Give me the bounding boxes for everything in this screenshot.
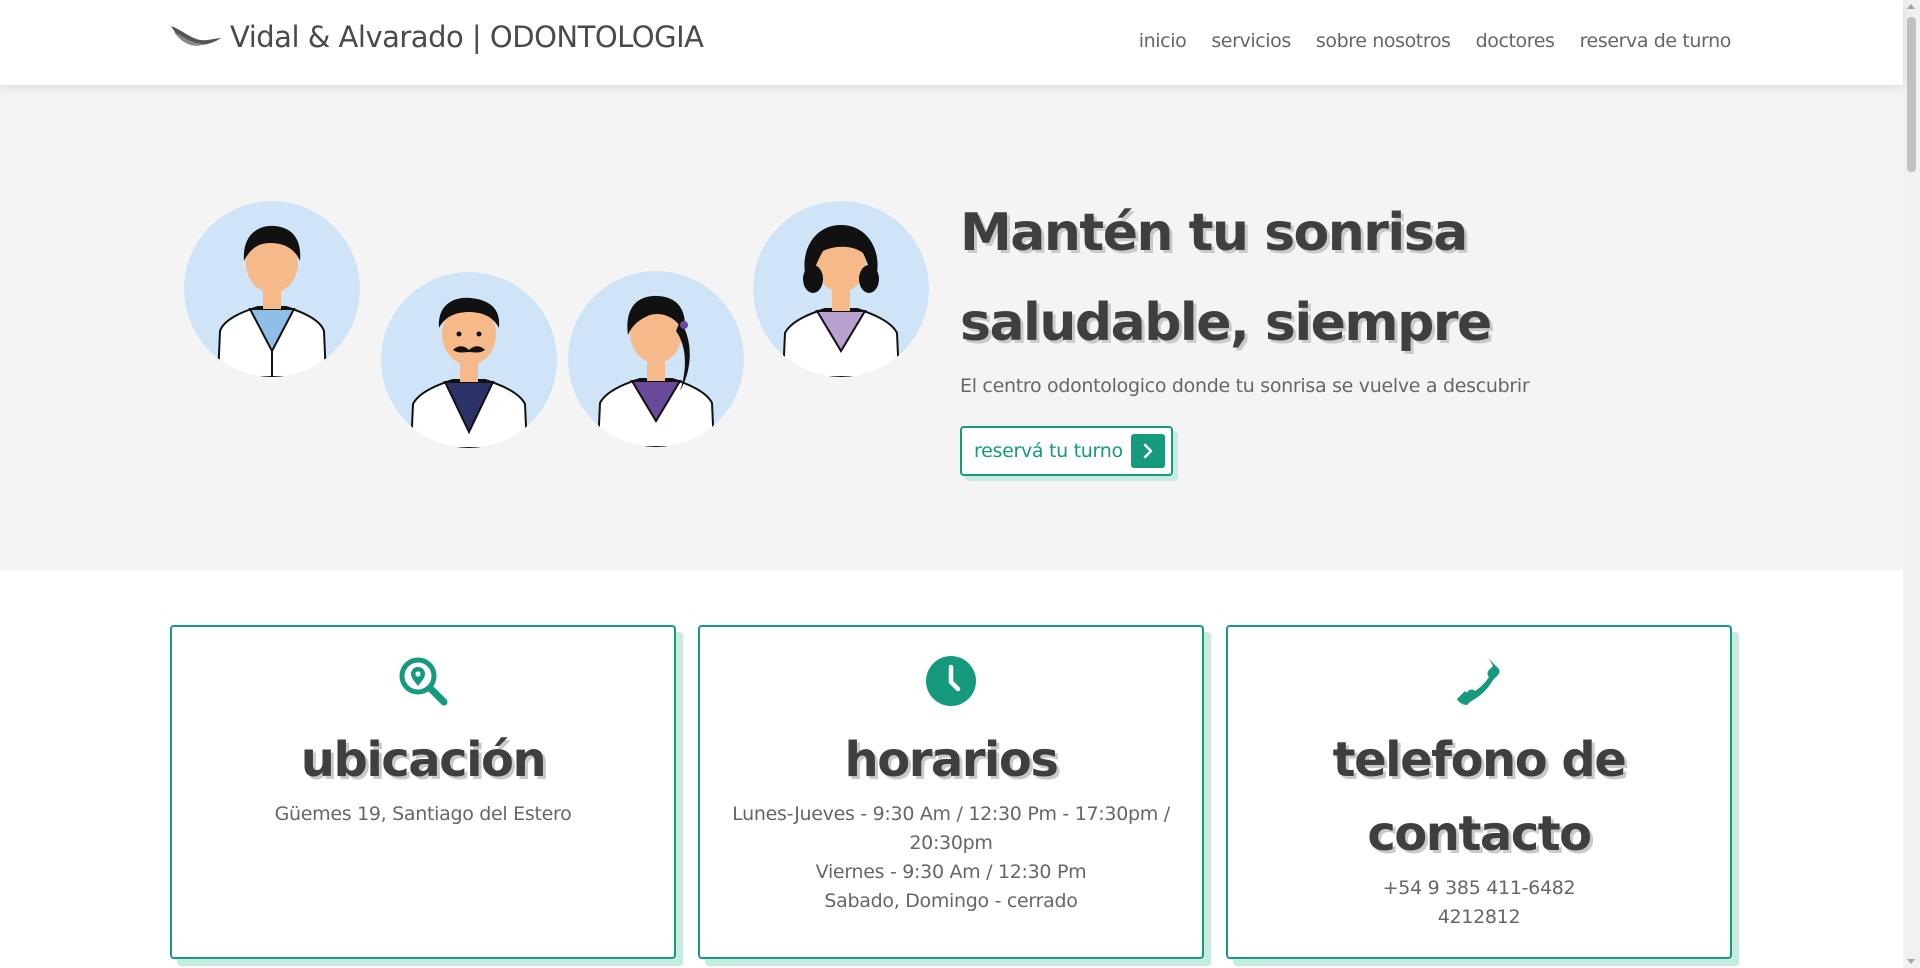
hours-weekdays: Lunes-Jueves - 9:30 Am / 12:30 Pm - 17:3… [732, 803, 1170, 854]
hero-title: Mantén tu sonrisa saludable, siempre [960, 203, 1492, 353]
doctor-female-avatar [753, 201, 929, 377]
main-nav: inicio servicios sobre nosotros doctores… [1139, 30, 1732, 52]
scroll-thumb[interactable] [1907, 17, 1916, 172]
hours-friday: Viernes - 9:30 Am / 12:30 Pm [815, 861, 1087, 883]
phone-mobile: +54 9 385 411-6482 [1382, 877, 1576, 899]
bird-logo-icon [171, 26, 221, 46]
clock-icon [926, 656, 976, 706]
navbar: Vidal & Alvarado | ODONTOLOGIA inicio se… [0, 0, 1903, 85]
doctor-female-ponytail-avatar [568, 271, 744, 447]
reserve-turn-label: reservá tu turno [974, 440, 1123, 462]
nav-link-servicios[interactable]: servicios [1211, 30, 1291, 52]
location-address: Güemes 19, Santiago del Estero [274, 803, 572, 825]
scroll-down-arrow-icon[interactable] [1907, 959, 1915, 964]
scroll-up-arrow-icon[interactable] [1907, 4, 1915, 9]
doctor-mustache-avatar [381, 272, 557, 448]
phone-card: telefono de contacto +54 9 385 411-6482 … [1226, 625, 1732, 959]
phone-landline: 4212812 [1437, 906, 1521, 928]
location-search-icon [399, 657, 448, 706]
chevron-right-icon [1131, 434, 1165, 468]
page-scrollbar[interactable] [1903, 0, 1920, 968]
location-card: ubicación Güemes 19, Santiago del Estero [170, 625, 676, 959]
nav-link-inicio[interactable]: inicio [1139, 30, 1187, 52]
hero-section: Mantén tu sonrisa saludable, siempre El … [0, 85, 1903, 570]
hours-card: horarios Lunes-Jueves - 9:30 Am / 12:30 … [698, 625, 1204, 959]
nav-link-sobre-nosotros[interactable]: sobre nosotros [1316, 30, 1451, 52]
hero-subtitle: El centro odontologico donde tu sonrisa … [960, 375, 1530, 397]
nav-link-reserva-de-turno[interactable]: reserva de turno [1580, 30, 1732, 52]
doctor-male-avatar [184, 201, 360, 377]
phone-title: telefono de contacto [1332, 732, 1627, 862]
location-title: ubicación [300, 732, 547, 788]
brand-link[interactable]: Vidal & Alvarado | ODONTOLOGIA [170, 20, 704, 54]
hours-title: horarios [844, 732, 1059, 788]
reserve-turn-button[interactable]: reservá tu turno [960, 426, 1173, 476]
nav-link-doctores[interactable]: doctores [1476, 30, 1555, 52]
hours-weekend: Sabado, Domingo - cerrado [824, 890, 1078, 912]
brand-name: Vidal & Alvarado | ODONTOLOGIA [230, 20, 704, 54]
phone-icon [1457, 659, 1500, 705]
